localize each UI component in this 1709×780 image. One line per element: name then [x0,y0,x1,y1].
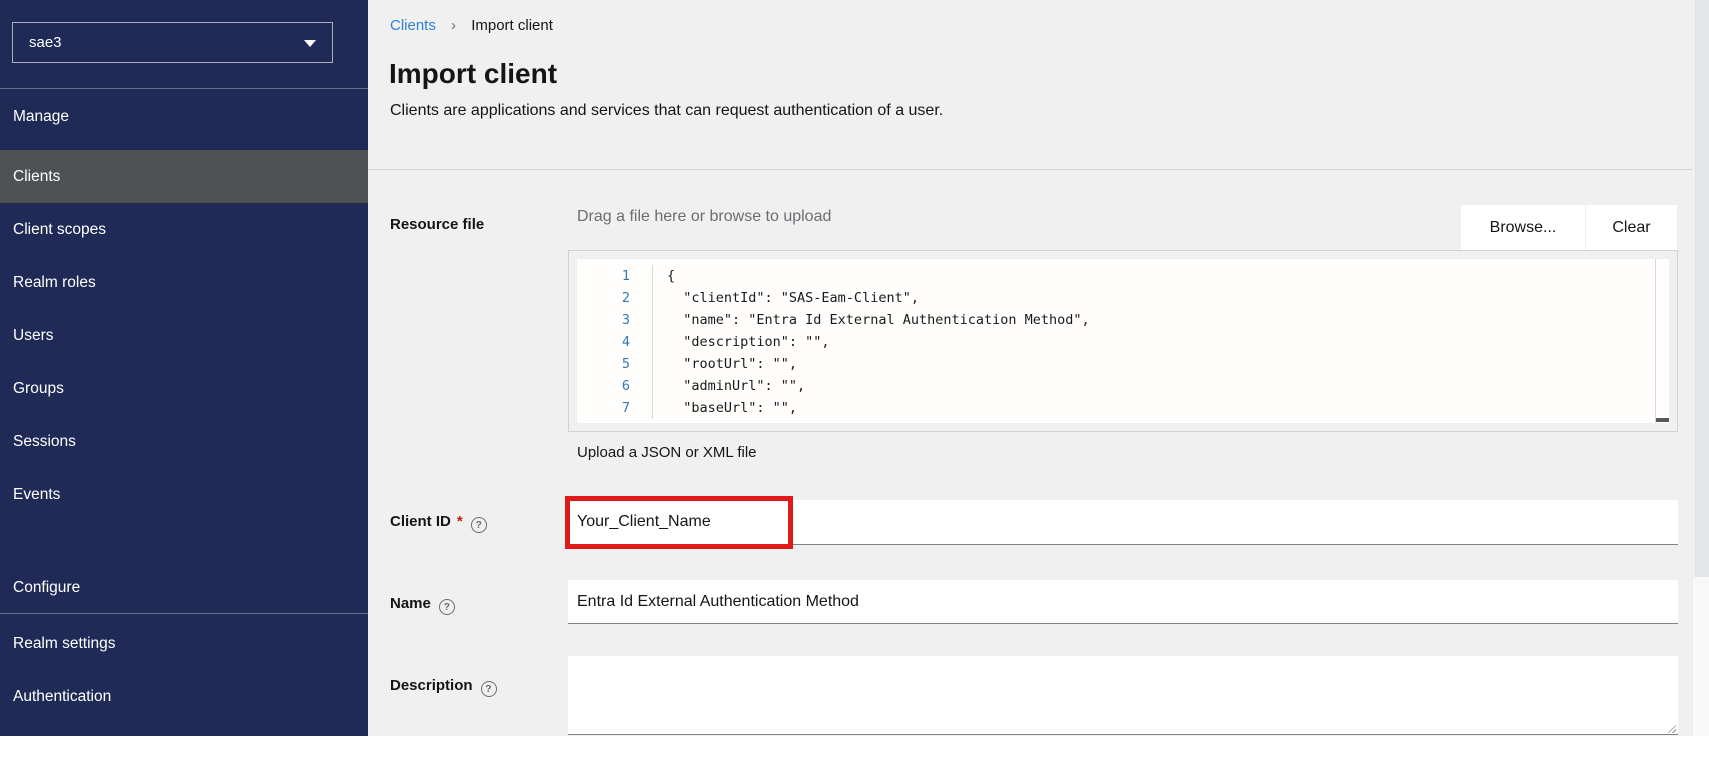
line-number: 6 [577,375,653,397]
required-asterisk: * [456,513,463,530]
screenshot-canvas: sae3 Manage Clients Client scopes Realm … [0,0,1709,780]
header-divider [368,169,1692,170]
line-number: 5 [577,353,653,375]
realm-selector[interactable]: sae3 [12,22,333,63]
code-line: 4 "description": "", [577,331,1656,353]
clear-button[interactable]: Clear [1586,205,1677,250]
sidebar-item-client-scopes[interactable]: Client scopes [0,203,368,256]
question-circle-icon[interactable]: ? [470,517,487,533]
sidebar-item-clients[interactable]: Clients [0,150,368,203]
code-line: 6 "adminUrl": "", [577,375,1656,397]
browser-scrollbar-thumb[interactable] [1694,0,1709,577]
client-id-input[interactable] [568,500,1678,545]
sidebar-item-events[interactable]: Events [0,468,368,521]
breadcrumb: Clients › Import client [390,17,553,34]
code-line: 5 "rootUrl": "", [577,353,1656,375]
resource-file-label: Resource file [390,216,485,233]
sidebar-item-realm-roles[interactable]: Realm roles [0,256,368,309]
nav-group-manage: Manage [13,108,70,125]
sidebar-item-realm-settings[interactable]: Realm settings [0,617,368,670]
sidebar-divider [0,88,368,89]
breadcrumb-link-clients[interactable]: Clients [390,17,436,34]
sidebar-item-sessions[interactable]: Sessions [0,415,368,468]
file-drop-placeholder: Drag a file here or browse to upload [577,208,832,225]
browser-scrollbar[interactable] [1692,0,1709,736]
description-label: Description? [390,677,497,697]
code-editor-viewport: 1 { 2 "clientId": "SAS-Eam-Client", 3 "n… [577,259,1669,423]
code-line: 1 { [577,265,1656,287]
upload-helper-text: Upload a JSON or XML file [577,444,757,461]
name-input[interactable] [568,580,1678,624]
code-lines: 1 { 2 "clientId": "SAS-Eam-Client", 3 "n… [577,259,1656,423]
sidebar-item-users[interactable]: Users [0,309,368,362]
breadcrumb-current: Import client [471,17,553,34]
sidebar-item-authentication[interactable]: Authentication [0,670,368,723]
browse-button[interactable]: Browse... [1461,205,1585,250]
editor-scrollbar[interactable] [1655,259,1669,423]
angle-right-icon: › [451,17,457,34]
client-id-label: Client ID *? [390,513,487,533]
editor-scrollbar-thumb[interactable] [1656,418,1669,422]
question-circle-icon[interactable]: ? [480,681,497,697]
line-number: 7 [577,397,653,419]
line-number: 3 [577,309,653,331]
sidebar-divider [0,613,368,614]
line-number: 1 [577,265,653,287]
code-line: 3 "name": "Entra Id External Authenticat… [577,309,1656,331]
name-label: Name? [390,595,455,615]
caret-down-icon [304,40,316,47]
code-line: 7 "baseUrl": "", [577,397,1656,419]
main-content: Clients › Import client Import client Cl… [368,0,1692,736]
code-editor[interactable]: 1 { 2 "clientId": "SAS-Eam-Client", 3 "n… [568,250,1678,432]
line-number: 2 [577,287,653,309]
page-subtitle: Clients are applications and services th… [390,102,944,119]
question-circle-icon[interactable]: ? [438,599,455,615]
description-textarea[interactable] [568,656,1678,735]
sidebar: sae3 Manage Clients Client scopes Realm … [0,0,368,736]
code-line: 2 "clientId": "SAS-Eam-Client", [577,287,1656,309]
realm-name: sae3 [29,34,62,51]
line-number: 4 [577,331,653,353]
file-drop-zone[interactable]: Drag a file here or browse to upload [577,208,831,226]
nav-group-configure: Configure [13,579,81,596]
page-title: Import client [389,58,558,89]
sidebar-item-groups[interactable]: Groups [0,362,368,415]
